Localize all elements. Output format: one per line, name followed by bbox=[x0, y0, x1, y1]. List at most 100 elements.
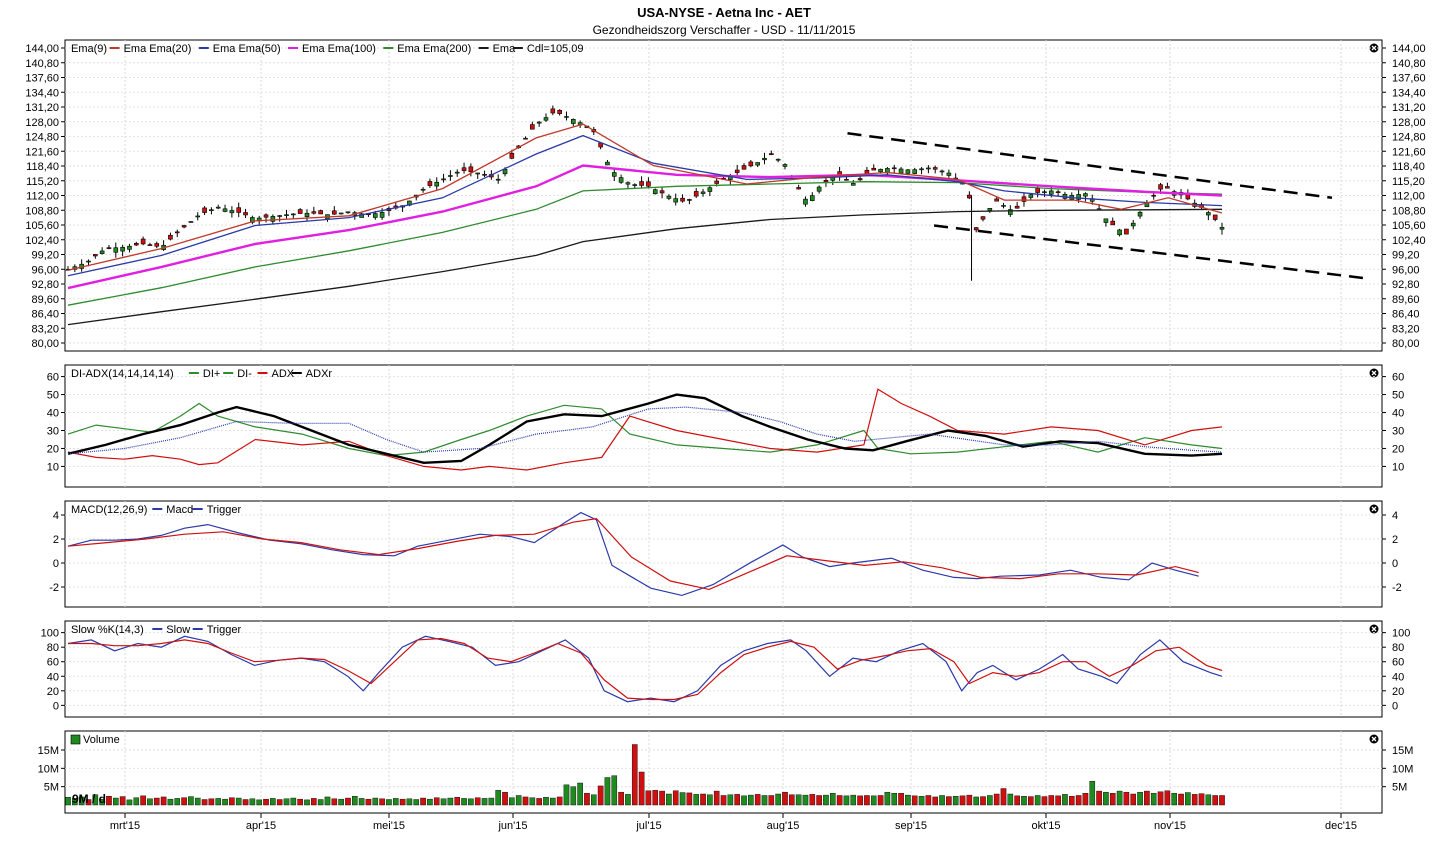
candle-body bbox=[509, 153, 515, 159]
x-axis: mrt'15 apr'15 mei'15 jun'15 jul'15 aug'15 sep'… bbox=[110, 813, 1357, 832]
volume-bar bbox=[1048, 795, 1055, 806]
volume-bar bbox=[1137, 791, 1143, 806]
volume-bar bbox=[1123, 791, 1130, 806]
volume-bar bbox=[864, 795, 870, 806]
legend-item: Ema bbox=[493, 43, 516, 55]
candle-body bbox=[1048, 190, 1054, 195]
volume-bar bbox=[276, 799, 283, 806]
y-tick-label-right: 100 bbox=[1392, 628, 1410, 640]
y-tick-label-left: 92,80 bbox=[31, 279, 59, 291]
candle-body bbox=[222, 208, 228, 212]
candle-body bbox=[427, 181, 433, 186]
y-tick-label-right: 5M bbox=[1392, 782, 1407, 794]
candle-body bbox=[277, 215, 282, 217]
volume-bar bbox=[563, 784, 570, 806]
volume-bar bbox=[1144, 790, 1150, 806]
close-icon[interactable] bbox=[1369, 734, 1379, 744]
y-tick-label-left: 5M bbox=[44, 782, 59, 794]
x-tick-label: mei'15 bbox=[373, 820, 405, 832]
candle-body bbox=[1055, 191, 1061, 193]
volume-bar bbox=[1198, 793, 1205, 806]
candle-body bbox=[987, 207, 993, 211]
volume-bar bbox=[365, 798, 372, 806]
volume-bar bbox=[843, 795, 850, 806]
volume-bar bbox=[317, 799, 324, 806]
panel-frame bbox=[64, 364, 1383, 488]
volume-bar bbox=[229, 797, 235, 806]
volume-bar bbox=[222, 798, 228, 806]
candle bbox=[188, 220, 194, 223]
legend-swatch-volume bbox=[70, 734, 81, 745]
candle-body bbox=[1212, 214, 1218, 220]
volume-bar bbox=[65, 797, 71, 806]
candle-body bbox=[980, 216, 986, 220]
candle-body bbox=[1035, 188, 1040, 193]
x-tick-label: jul'15 bbox=[635, 820, 661, 832]
x-tick-label: jun'15 bbox=[497, 820, 527, 832]
volume-bar bbox=[153, 797, 160, 806]
y-tick-label-right: 121,60 bbox=[1392, 146, 1426, 158]
volume-bar bbox=[727, 794, 734, 806]
volume-bar bbox=[372, 797, 379, 806]
legend-item: DI- bbox=[237, 368, 252, 380]
volume-bar bbox=[461, 798, 467, 806]
y-tick-label-left: 30 bbox=[47, 425, 59, 437]
volume-bar bbox=[959, 795, 966, 806]
candle-body bbox=[1137, 211, 1143, 217]
volume-bar bbox=[413, 799, 420, 806]
close-icon[interactable] bbox=[1369, 504, 1379, 514]
y-tick-label-right: 0 bbox=[1392, 700, 1398, 712]
volume-bar bbox=[1171, 793, 1178, 806]
volume-bar bbox=[1178, 793, 1184, 806]
candle-body bbox=[174, 231, 180, 234]
y-tick-label-left: 131,20 bbox=[25, 102, 59, 114]
candle-body bbox=[338, 212, 344, 215]
y-tick-label-left: 15M bbox=[38, 745, 59, 757]
x-tick-label: apr'15 bbox=[246, 820, 276, 832]
candle-body bbox=[311, 211, 317, 214]
candle-body bbox=[967, 194, 972, 199]
volume-bar bbox=[1034, 795, 1041, 806]
volume-bar bbox=[1075, 795, 1082, 806]
candle-body bbox=[243, 212, 248, 216]
volume-bar bbox=[1103, 791, 1109, 806]
volume-bar bbox=[577, 782, 583, 806]
y-tick-label-right: 86,40 bbox=[1392, 309, 1420, 321]
y-tick-label-right: 80 bbox=[1392, 642, 1404, 654]
volume-bar bbox=[283, 798, 290, 806]
panel-ind-1: 60 60 50 50 40 40 30 30 20 20 10 10 DI-ADX(14,14,14,… bbox=[47, 364, 1404, 488]
y-tick-label-left: 128,00 bbox=[25, 117, 59, 129]
volume-bar bbox=[509, 797, 515, 806]
y-tick-label-right: 20 bbox=[1392, 443, 1404, 455]
volume-bar bbox=[495, 790, 501, 806]
volume-bar bbox=[1109, 793, 1116, 806]
volume-bar bbox=[829, 793, 836, 806]
volume-bar bbox=[1089, 780, 1096, 806]
volume-bar bbox=[987, 795, 993, 806]
candle bbox=[318, 209, 323, 215]
volume-bar bbox=[1028, 796, 1034, 806]
candle-body bbox=[973, 227, 979, 231]
volume-bar bbox=[700, 793, 706, 806]
y-tick-label-right: 15M bbox=[1392, 745, 1413, 757]
y-tick-label-left: 105,60 bbox=[25, 220, 59, 232]
candle-body bbox=[120, 246, 125, 252]
panel-volume: 15M 15M 10M 10M 5M 5M 9M / d Volume bbox=[38, 730, 1413, 814]
y-tick-label-right: 20 bbox=[1392, 686, 1404, 698]
y-tick-label-right: 128,00 bbox=[1392, 117, 1426, 129]
volume-bar bbox=[754, 794, 761, 806]
volume-bar bbox=[693, 794, 700, 806]
panel-price: 144,00 144,00 140,80 140,80 137,60 137,60 134,… bbox=[25, 39, 1426, 352]
y-tick-label-left: 20 bbox=[47, 686, 59, 698]
y-tick-label-left: 134,40 bbox=[25, 87, 59, 99]
y-tick-label-right: 131,20 bbox=[1392, 102, 1426, 114]
y-tick-label-right: 2 bbox=[1392, 534, 1398, 546]
candle-body bbox=[714, 180, 719, 184]
y-tick-label-left: 83,20 bbox=[31, 323, 59, 335]
legend-item-volume: Volume bbox=[83, 734, 120, 746]
volume-bar bbox=[666, 793, 672, 806]
legend-item: Cdl=105,09 bbox=[527, 43, 584, 55]
volume-bar bbox=[659, 790, 665, 806]
volume-bar bbox=[188, 796, 194, 806]
candle-body bbox=[946, 172, 952, 176]
